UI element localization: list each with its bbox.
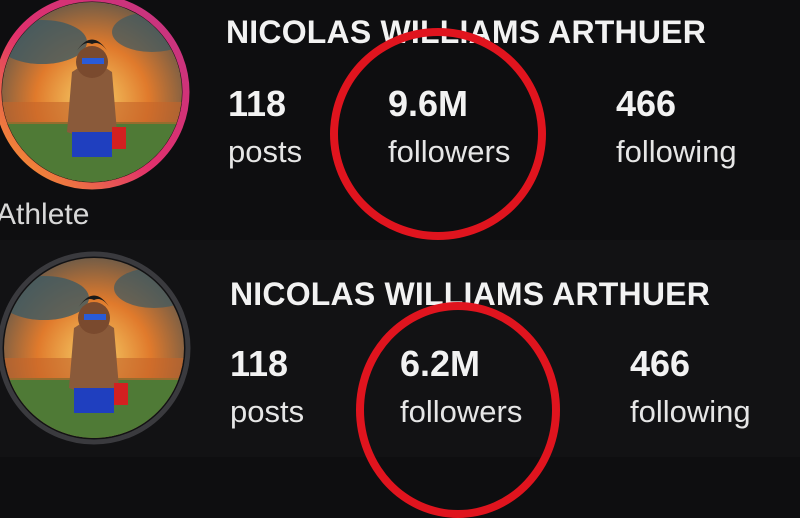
followers-count: 9.6M [388,83,469,124]
profile-username: NICOLAS WILLIAMS ARTHUER [230,276,711,312]
profile-avatar-icon [4,258,184,438]
posts-count: 118 [230,343,289,384]
stat-posts[interactable]: 118 posts [228,83,303,169]
following-count: 466 [630,343,691,384]
profile-avatar-icon [2,2,182,182]
avatar[interactable] [4,258,184,438]
profile-card-2: NICOLAS WILLIAMS ARTHUER 118 posts 6.2M … [0,240,800,518]
posts-label: posts [230,394,305,429]
posts-count: 118 [228,83,287,124]
profile-username: NICOLAS WILLIAMS ARTHUER [226,14,707,50]
stat-followers[interactable]: 9.6M followers [388,83,511,169]
followers-label: followers [400,394,523,429]
stat-followers[interactable]: 6.2M followers [400,343,523,429]
posts-label: posts [228,134,303,169]
followers-count: 6.2M [400,343,481,384]
followers-label: followers [388,134,511,169]
stat-following[interactable]: 466 following [630,343,751,429]
following-label: following [616,134,737,169]
profile-category: Athlete [0,198,90,231]
avatar[interactable] [2,2,182,182]
following-label: following [630,394,751,429]
stat-following[interactable]: 466 following [616,83,737,169]
profile-card-1: Athlete NICOLAS WILLIAMS ARTHUER 118 pos… [0,0,800,240]
following-count: 466 [616,83,677,124]
stat-posts[interactable]: 118 posts [230,343,305,429]
